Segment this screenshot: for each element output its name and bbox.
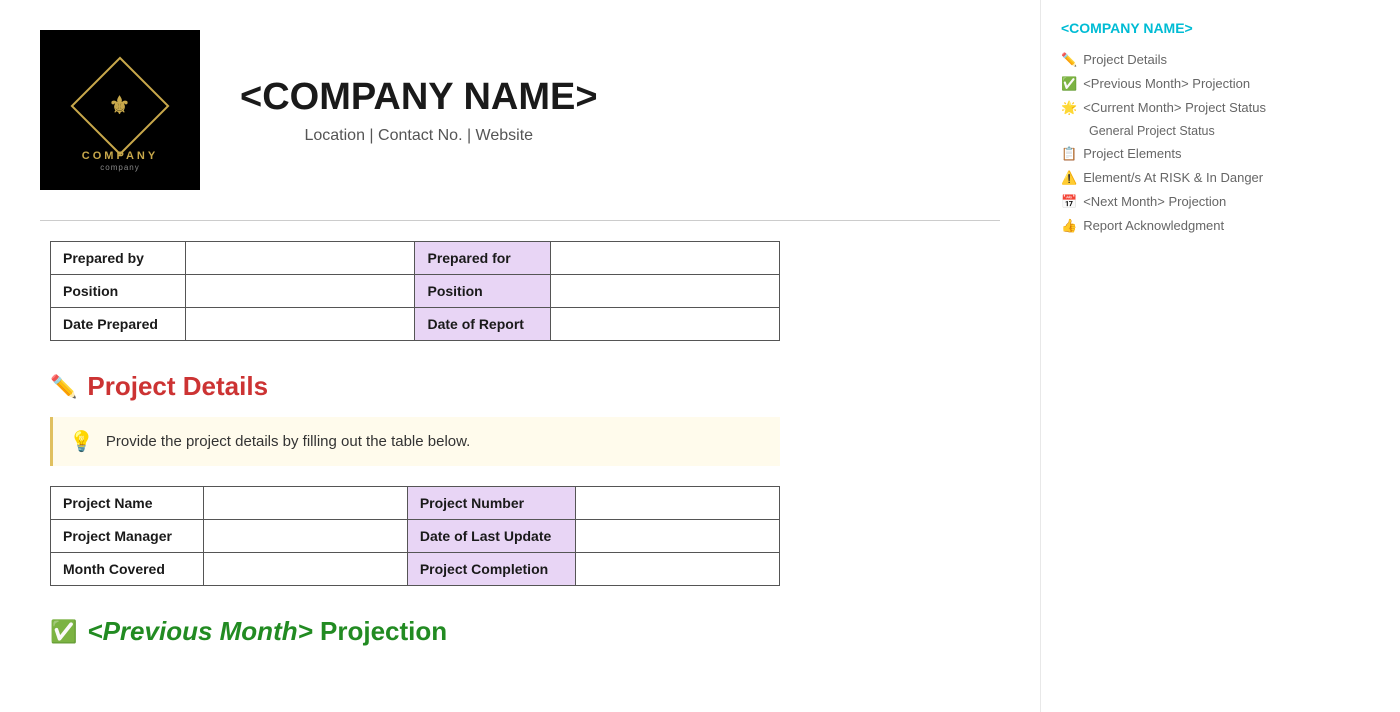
project-name-value[interactable]	[203, 487, 407, 520]
company-details: Location | Contact No. | Website	[240, 127, 598, 145]
prepared-by-value[interactable]	[186, 242, 415, 275]
company-info: <COMPANY NAME> Location | Contact No. | …	[240, 76, 598, 145]
month-covered-label: Month Covered	[51, 553, 204, 586]
sidebar-item-acknowledgment[interactable]: 👍 Report Acknowledgment	[1061, 214, 1300, 238]
table-row: Project Manager Date of Last Update	[51, 520, 780, 553]
logo-subtext: company	[100, 163, 139, 172]
sidebar-company-name[interactable]: <COMPANY NAME>	[1061, 20, 1300, 36]
sidebar-nav: ✏️ Project Details ✅ <Previous Month> Pr…	[1061, 48, 1300, 238]
sidebar-item-current-month[interactable]: 🌟 <Current Month> Project Status	[1061, 96, 1300, 120]
date-of-report-value[interactable]	[550, 308, 779, 341]
checkbox-icon: ✅	[1061, 76, 1077, 92]
sidebar-label-risk: Element/s At RISK & In Danger	[1083, 170, 1263, 185]
sidebar-label-previous-month: <Previous Month> Projection	[1083, 76, 1250, 91]
date-last-update-value[interactable]	[576, 520, 780, 553]
prepared-for-value[interactable]	[550, 242, 779, 275]
sidebar-item-general-status[interactable]: General Project Status	[1061, 120, 1300, 142]
table-row: Project Name Project Number	[51, 487, 780, 520]
thumbsup-icon: 👍	[1061, 218, 1077, 234]
position-receiver-value[interactable]	[550, 275, 779, 308]
project-completion-label: Project Completion	[407, 553, 575, 586]
hint-text: Provide the project details by filling o…	[106, 433, 470, 450]
position-preparer-label: Position	[51, 275, 186, 308]
hint-icon: 💡	[69, 429, 94, 454]
header: ⚜ COMPANY company <COMPANY NAME> Locatio…	[40, 20, 1000, 210]
star-icon: 🌟	[1061, 100, 1077, 116]
project-completion-value[interactable]	[576, 553, 780, 586]
sidebar-label-project-elements: Project Elements	[1083, 146, 1181, 161]
project-details-table: Project Name Project Number Project Mana…	[50, 486, 780, 586]
date-last-update-label: Date of Last Update	[407, 520, 575, 553]
main-content: ⚜ COMPANY company <COMPANY NAME> Locatio…	[0, 0, 1040, 712]
logo-company-text: COMPANY	[82, 150, 158, 162]
sidebar-label-project-details: Project Details	[1083, 52, 1167, 67]
previous-month-suffix: Projection	[313, 616, 447, 646]
project-number-value[interactable]	[576, 487, 780, 520]
previous-month-header: ✅ <Previous Month> Projection	[50, 616, 1000, 647]
project-details-icon: ✏️	[50, 374, 77, 400]
info-table: Prepared by Prepared for Position Positi…	[50, 241, 780, 341]
sidebar-item-project-details[interactable]: ✏️ Project Details	[1061, 48, 1300, 72]
position-preparer-value[interactable]	[186, 275, 415, 308]
header-divider	[40, 220, 1000, 221]
previous-month-icon: ✅	[50, 619, 77, 645]
table-row: Date Prepared Date of Report	[51, 308, 780, 341]
project-details-header: ✏️ Project Details	[50, 371, 1000, 402]
sidebar-item-previous-month[interactable]: ✅ <Previous Month> Projection	[1061, 72, 1300, 96]
date-prepared-label: Date Prepared	[51, 308, 186, 341]
sidebar-label-acknowledgment: Report Acknowledgment	[1083, 218, 1224, 233]
warning-icon: ⚠️	[1061, 170, 1077, 186]
logo-box: ⚜ COMPANY company	[40, 30, 200, 190]
hint-box: 💡 Provide the project details by filling…	[50, 417, 780, 466]
month-covered-value[interactable]	[203, 553, 407, 586]
calendar-icon: 📅	[1061, 194, 1077, 210]
table-row: Prepared by Prepared for	[51, 242, 780, 275]
table-row: Position Position	[51, 275, 780, 308]
sidebar: <COMPANY NAME> ✏️ Project Details ✅ <Pre…	[1040, 0, 1320, 712]
position-receiver-label: Position	[415, 275, 550, 308]
clipboard-icon: 📋	[1061, 146, 1077, 162]
previous-month-italic: <Previous Month>	[87, 616, 312, 646]
sidebar-label-general-status: General Project Status	[1089, 124, 1215, 138]
sidebar-label-next-month: <Next Month> Projection	[1083, 194, 1226, 209]
sidebar-item-project-elements[interactable]: 📋 Project Elements	[1061, 142, 1300, 166]
logo-letters: ⚜	[109, 91, 131, 120]
project-manager-value[interactable]	[203, 520, 407, 553]
logo-diamond: ⚜	[71, 57, 170, 156]
sidebar-item-next-month[interactable]: 📅 <Next Month> Projection	[1061, 190, 1300, 214]
project-manager-label: Project Manager	[51, 520, 204, 553]
project-name-label: Project Name	[51, 487, 204, 520]
date-of-report-label: Date of Report	[415, 308, 550, 341]
company-name: <COMPANY NAME>	[240, 76, 598, 119]
prepared-for-label: Prepared for	[415, 242, 550, 275]
sidebar-item-risk[interactable]: ⚠️ Element/s At RISK & In Danger	[1061, 166, 1300, 190]
table-row: Month Covered Project Completion	[51, 553, 780, 586]
project-number-label: Project Number	[407, 487, 575, 520]
project-details-title: Project Details	[87, 371, 268, 402]
previous-month-title: <Previous Month> Projection	[87, 616, 447, 647]
sidebar-label-current-month: <Current Month> Project Status	[1083, 100, 1266, 115]
pencil-icon: ✏️	[1061, 52, 1077, 68]
date-prepared-value[interactable]	[186, 308, 415, 341]
prepared-by-label: Prepared by	[51, 242, 186, 275]
